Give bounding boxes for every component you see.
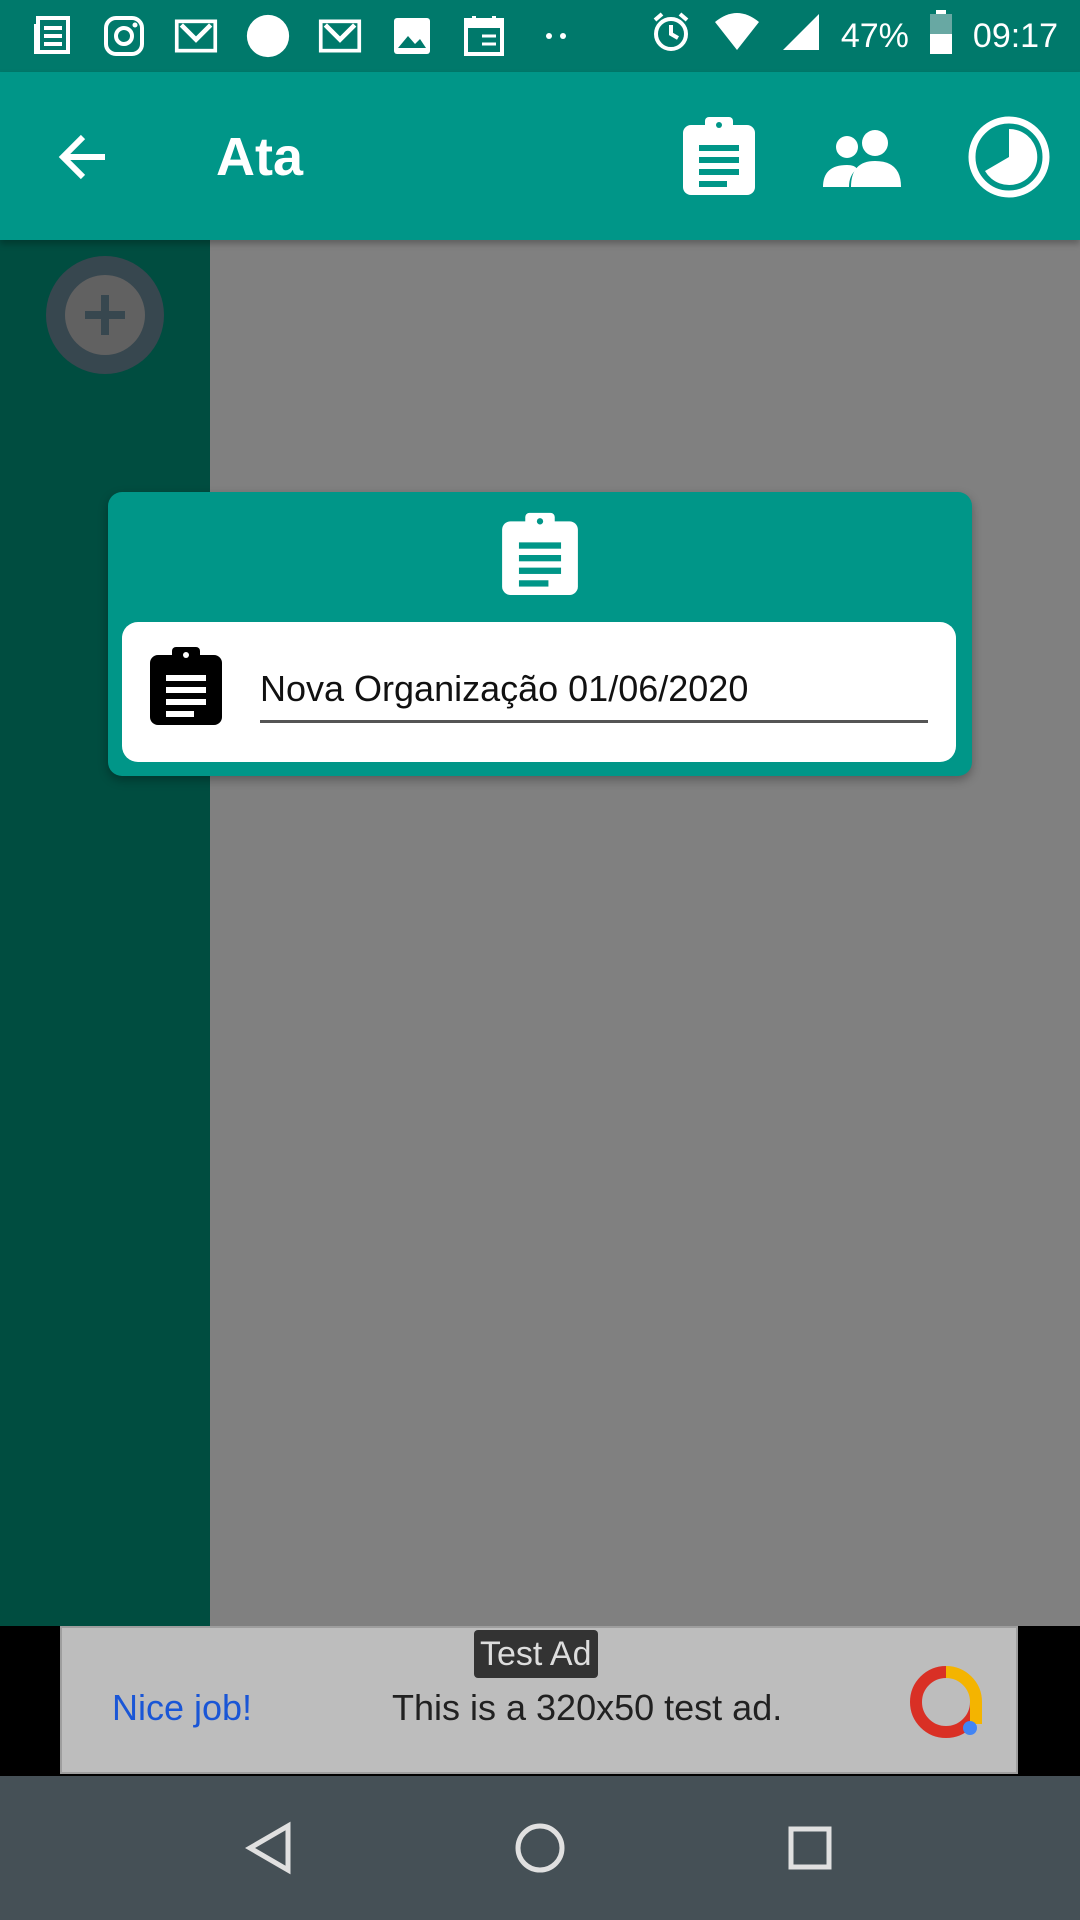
wifi-icon	[713, 12, 761, 61]
system-nav-bar	[0, 1776, 1080, 1920]
back-button[interactable]	[48, 122, 118, 192]
circle-icon	[246, 14, 290, 58]
clock: 09:17	[972, 16, 1058, 55]
news-icon	[30, 14, 74, 58]
name-input[interactable]: Nova Organização 01/06/2020	[260, 664, 928, 723]
ad-logo-icon	[908, 1664, 984, 1740]
calendar-icon	[462, 14, 506, 58]
side-panel	[0, 240, 210, 1626]
new-minutes-dialog: Nova Organização 01/06/2020	[108, 492, 972, 776]
history-button[interactable]	[962, 110, 1056, 204]
arrow-left-icon	[58, 134, 105, 180]
people-icon	[823, 130, 901, 187]
recents-square-icon	[788, 1826, 832, 1870]
back-triangle-icon	[245, 1821, 291, 1875]
clipboard-icon	[500, 512, 580, 598]
nav-home-button[interactable]	[504, 1812, 576, 1884]
nav-recents-button[interactable]	[774, 1812, 846, 1884]
ad-badge: Test Ad	[474, 1630, 598, 1678]
clipboard-icon	[148, 644, 224, 730]
app-bar: Ata	[0, 72, 1080, 240]
people-button[interactable]	[816, 110, 910, 204]
battery-percent: 47%	[840, 16, 909, 55]
gmail-icon	[174, 14, 218, 58]
battery-icon	[929, 9, 953, 63]
ad-text: This is a 320x50 test ad.	[392, 1687, 783, 1728]
ad-area: Test Ad Nice job! This is a 320x50 test …	[0, 1626, 1080, 1776]
nav-back-button[interactable]	[234, 1812, 306, 1884]
clipboard-button[interactable]	[672, 110, 766, 204]
system-status: 47% 09:17	[649, 9, 1058, 61]
dialog-card: Nova Organização 01/06/2020	[122, 622, 956, 762]
history-icon	[968, 116, 1050, 198]
ad-banner[interactable]: Test Ad Nice job! This is a 320x50 test …	[60, 1626, 1018, 1774]
signal-icon	[781, 12, 821, 61]
notification-icons	[30, 14, 578, 58]
ad-headline: Nice job!	[112, 1687, 253, 1728]
status-bar: 47% 09:17	[0, 0, 1080, 72]
instagram-icon	[102, 14, 146, 58]
gmail-icon	[318, 14, 362, 58]
add-button[interactable]	[46, 256, 164, 374]
add-button-inner	[65, 275, 145, 355]
plus-icon	[85, 295, 125, 335]
page-title: Ata	[216, 127, 304, 187]
home-circle-icon	[515, 1823, 565, 1873]
more-dots-icon	[534, 14, 578, 58]
image-icon	[390, 14, 434, 58]
alarm-icon	[649, 10, 693, 63]
clipboard-icon	[683, 117, 755, 195]
